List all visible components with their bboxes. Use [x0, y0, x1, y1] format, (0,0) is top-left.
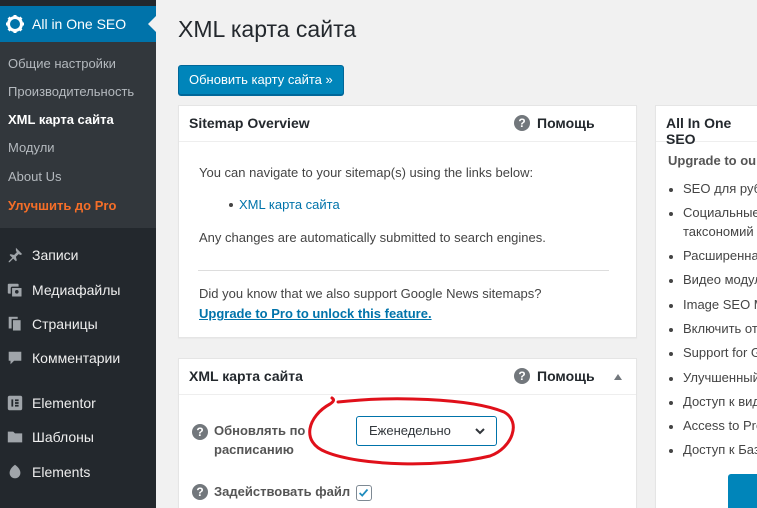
promo-list-item: Видео модул	[683, 272, 757, 287]
sidebar-item-elementor[interactable]: Elementor	[0, 386, 156, 420]
list-bullet	[669, 304, 673, 308]
list-bullet	[669, 212, 673, 216]
promo-list-item: Access to Pre	[683, 418, 757, 433]
promo-list-item: Социальные	[683, 205, 757, 220]
sidebar-item-comments[interactable]: Комментарии	[0, 341, 156, 375]
promo-list-item: Доступ к вид	[683, 394, 757, 409]
promo-list-item: Включить от	[683, 321, 757, 336]
list-bullet	[669, 352, 673, 356]
gear-icon	[6, 15, 24, 33]
pages-icon	[5, 314, 25, 334]
list-bullet	[669, 425, 673, 429]
sidebar-item-label: Elements	[32, 464, 91, 480]
sitemap-file-checkbox[interactable]	[356, 485, 372, 501]
promo-list-item: Улучшенный	[683, 370, 757, 385]
box-header: All In One SEO	[656, 106, 757, 147]
help-icon: ?	[514, 368, 530, 384]
promo-subtitle: Upgrade to our	[668, 153, 757, 168]
submenu-xml-sitemap[interactable]: XML карта сайта	[8, 112, 114, 127]
comments-icon	[5, 348, 25, 368]
sidebar-item-label: Записи	[32, 247, 79, 263]
promo-list-item: Image SEO M	[683, 297, 757, 312]
admin-sidebar: All in One SEO Общие настройки Производи…	[0, 0, 156, 508]
sidebar-item-aioseo[interactable]: All in One SEO	[0, 6, 156, 42]
schedule-select[interactable]: Еженедельно	[356, 416, 497, 446]
submenu-general-settings[interactable]: Общие настройки	[8, 56, 116, 71]
media-icon	[5, 280, 25, 300]
overview-note: Any changes are automatically submitted …	[199, 230, 546, 245]
help-icon[interactable]: ?	[192, 424, 208, 440]
plugin-submenu: Общие настройки Производительность XML к…	[0, 42, 156, 228]
list-bullet	[669, 449, 673, 453]
collapse-arrow-icon[interactable]	[614, 374, 622, 380]
list-bullet	[669, 255, 673, 259]
pin-icon	[5, 245, 25, 265]
page-title: XML карта сайта	[178, 16, 357, 42]
box-title: XML карта сайта	[189, 368, 303, 384]
help-icon: ?	[514, 115, 530, 131]
schedule-value: Еженедельно	[369, 423, 451, 438]
box-title: Sitemap Overview	[189, 115, 310, 131]
list-bullet	[669, 328, 673, 332]
submenu-modules[interactable]: Модули	[8, 140, 55, 155]
news-sitemap-text: Did you know that we also support Google…	[199, 286, 542, 301]
help-label: Помощь	[537, 368, 595, 384]
help-toggle[interactable]: ? Помощь	[514, 368, 595, 384]
current-menu-arrow	[148, 16, 156, 32]
elementor-icon	[5, 393, 25, 413]
sitemap-file-label: Задействовать файл	[214, 484, 351, 499]
help-toggle[interactable]: ? Помощь	[514, 115, 595, 131]
help-label: Помощь	[537, 115, 595, 131]
elements-icon	[5, 462, 25, 482]
overview-intro: You can navigate to your sitemap(s) usin…	[199, 165, 534, 180]
promo-list-item: Support for G	[683, 345, 757, 360]
sidebar-item-label: Шаблоны	[32, 429, 94, 445]
checkmark-icon	[359, 488, 369, 497]
sidebar-item-elements[interactable]: Elements	[0, 455, 156, 489]
sidebar-item-label: Медиафайлы	[32, 282, 121, 298]
submenu-upgrade-pro[interactable]: Улучшить до Pro	[8, 198, 116, 213]
plugin-title: All in One SEO	[32, 16, 127, 32]
promo-list-item: Доступ к Баз	[683, 442, 757, 457]
sidebar-item-posts[interactable]: Записи	[0, 238, 156, 272]
sidebar-item-label: Страницы	[32, 316, 98, 332]
sidebar-item-templates[interactable]: Шаблоны	[0, 420, 156, 454]
promo-list-item: SEO для рубр	[683, 181, 757, 196]
chevron-down-icon	[475, 428, 485, 435]
divider	[198, 270, 609, 271]
box-title: All In One SEO	[666, 115, 732, 147]
help-icon[interactable]: ?	[192, 484, 208, 500]
sitemap-overview-box: Sitemap Overview ? Помощь	[178, 105, 637, 338]
sidebar-item-label: Elementor	[32, 395, 96, 411]
list-bullet	[229, 203, 233, 207]
list-bullet	[669, 377, 673, 381]
submenu-performance[interactable]: Производительность	[8, 84, 134, 99]
sidebar-item-label: Комментарии	[32, 350, 121, 366]
update-sitemap-button[interactable]: Обновить карту сайта »	[178, 65, 344, 95]
sidebar-item-pages[interactable]: Страницы	[0, 307, 156, 341]
promo-upgrade-button[interactable]	[728, 474, 757, 508]
sidebar-item-media[interactable]: Медиафайлы	[0, 273, 156, 307]
list-bullet	[669, 401, 673, 405]
submenu-about-us[interactable]: About Us	[8, 169, 61, 184]
schedule-label: Обновлять по расписанию	[214, 423, 306, 457]
promo-list-item: таксономий	[683, 224, 754, 239]
list-bullet	[669, 279, 673, 283]
upgrade-pro-link[interactable]: Upgrade to Pro to unlock this feature.	[199, 306, 432, 321]
sitemap-link[interactable]: XML карта сайта	[239, 197, 340, 212]
list-bullet	[669, 188, 673, 192]
box-header: Sitemap Overview ? Помощь	[179, 106, 636, 142]
promo-list-item: Расширенна	[683, 248, 757, 263]
folder-icon	[5, 427, 25, 447]
box-header: XML карта сайта ? Помощь	[179, 359, 636, 395]
